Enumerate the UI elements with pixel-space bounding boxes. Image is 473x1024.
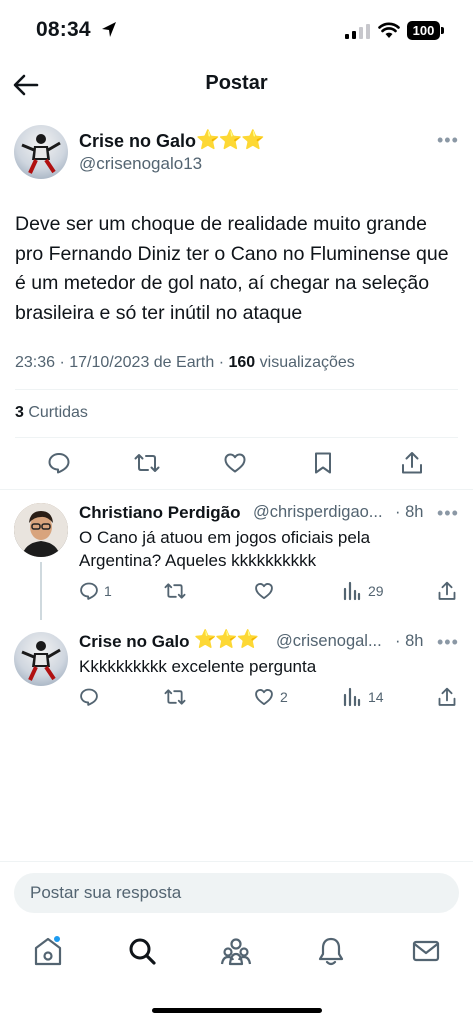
page-title: Postar — [205, 72, 268, 94]
battery-tip — [441, 27, 444, 34]
header: Postar — [0, 62, 473, 108]
communities-icon[interactable] — [220, 935, 252, 967]
author-name[interactable]: Crise no Galo — [79, 632, 190, 652]
reply-count: 1 — [104, 583, 112, 599]
author-handle[interactable]: @chrisperdigao... — [253, 503, 383, 522]
reply-input[interactable]: Postar sua resposta — [14, 873, 459, 913]
bookmark-icon[interactable] — [312, 451, 334, 475]
reply-text: Kkkkkkkkkk excelente pergunta — [79, 657, 317, 676]
views-icon[interactable] — [343, 687, 361, 707]
view-count: 14 — [368, 689, 384, 705]
more-icon[interactable]: ••• — [437, 632, 459, 653]
retweet-icon[interactable] — [164, 581, 186, 601]
share-icon[interactable] — [437, 686, 457, 708]
avatar[interactable] — [14, 632, 68, 686]
author-handle[interactable]: @crisenogalo13 — [79, 154, 202, 174]
avatar[interactable] — [14, 125, 68, 179]
author-handle[interactable]: @crisenogal... — [276, 632, 382, 651]
person-face-icon — [14, 503, 68, 557]
reply-icon[interactable] — [79, 687, 99, 707]
wifi-icon — [378, 22, 400, 38]
more-icon[interactable]: ••• — [437, 130, 459, 151]
reply-text: O Cano já atuou em jogos oficiais pela A… — [79, 528, 371, 570]
retweet-icon[interactable] — [164, 687, 186, 707]
divider — [0, 861, 473, 862]
star-emojis: ⭐⭐⭐ — [196, 130, 265, 151]
player-figure-icon — [21, 134, 61, 174]
reply-icon[interactable] — [47, 451, 71, 475]
battery-indicator: 100 — [407, 21, 440, 40]
share-icon[interactable] — [400, 450, 424, 476]
likes-label: Curtidas — [23, 404, 88, 421]
avatar[interactable] — [14, 503, 68, 557]
likes-count: 3 — [15, 404, 24, 421]
divider — [15, 389, 458, 390]
search-icon[interactable] — [127, 935, 157, 967]
notifications-icon[interactable] — [317, 935, 345, 967]
thread-line — [40, 562, 42, 620]
views-icon[interactable] — [343, 581, 361, 601]
status-time: 08:34 — [36, 18, 91, 41]
messages-icon[interactable] — [411, 935, 441, 967]
share-icon[interactable] — [437, 580, 457, 602]
home-indicator — [152, 1008, 322, 1013]
author-name[interactable]: Christiano Perdigão — [79, 503, 241, 523]
home-icon[interactable] — [33, 935, 63, 967]
star-emojis: ⭐⭐⭐ — [194, 629, 259, 649]
location-arrow-icon — [102, 22, 116, 37]
tweet-meta: 23:36 · 17/10/2023 de Earth · 160 visual… — [15, 354, 355, 372]
divider — [0, 489, 473, 490]
signal-icon — [345, 24, 370, 39]
likes-row[interactable]: 3 Curtidas — [15, 404, 88, 422]
tweet-timestamp: 23:36 · 17/10/2023 de Earth · — [15, 354, 229, 371]
retweet-icon[interactable] — [134, 451, 160, 475]
status-bar: 08:34 100 — [0, 0, 473, 62]
heart-icon[interactable] — [223, 451, 247, 475]
heart-icon[interactable] — [254, 687, 274, 707]
author-name[interactable]: Crise no Galo — [79, 131, 196, 152]
views-count[interactable]: 160 — [228, 354, 255, 371]
reply-time: · 8h — [395, 503, 424, 521]
view-count: 29 — [368, 583, 384, 599]
divider — [15, 437, 458, 438]
tweet-text: Deve ser um choque de realidade muito gr… — [15, 213, 449, 324]
views-label: visualizações — [255, 354, 355, 371]
player-figure-icon — [21, 641, 61, 681]
reply-icon[interactable] — [79, 581, 99, 601]
like-count: 2 — [280, 689, 288, 705]
more-icon[interactable]: ••• — [437, 503, 459, 524]
heart-icon[interactable] — [254, 581, 274, 601]
reply-time: · 8h — [395, 632, 424, 650]
reply-placeholder: Postar sua resposta — [30, 883, 182, 902]
